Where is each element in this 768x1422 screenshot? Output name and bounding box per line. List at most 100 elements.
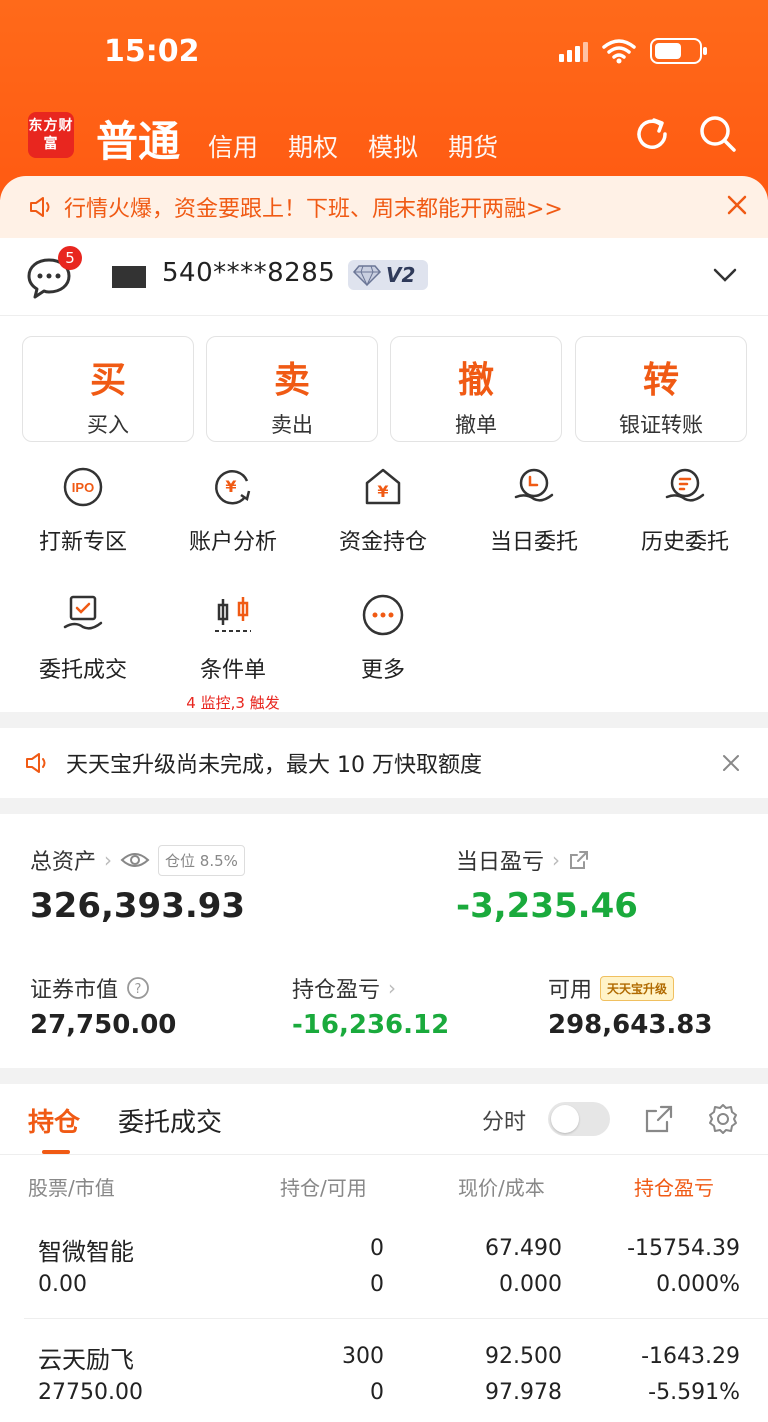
hold-pl-label[interactable]: 持仓盈亏 ›: [292, 972, 396, 1004]
tab-credit[interactable]: 信用: [208, 128, 258, 164]
func-funds-position[interactable]: ¥ 资金持仓: [308, 464, 458, 556]
speaker-icon: [26, 753, 46, 773]
current-price: 92.500: [485, 1344, 562, 1369]
battery-icon: [650, 38, 707, 64]
func-label: 打新专区: [38, 530, 127, 555]
hold-qty: 0: [370, 1236, 384, 1261]
help-icon[interactable]: ?: [126, 976, 150, 1000]
signal-icon: [559, 40, 588, 62]
func-label: 当日委托: [489, 530, 578, 555]
account-type-tabs: 普通 信用 期权 模拟 期货: [96, 108, 528, 169]
func-today-order[interactable]: 当日委托: [459, 464, 609, 556]
total-assets-label[interactable]: 总资产 › 仓位 8.5%: [30, 844, 245, 876]
notice-bar[interactable]: 天天宝升级尚未完成，最大 10 万快取额度: [0, 728, 768, 798]
func-condition-order[interactable]: 条件单 4 监控,3 触发: [158, 592, 308, 713]
col-pl[interactable]: 持仓盈亏: [634, 1172, 714, 1201]
transfer-button[interactable]: 转 银证转账: [575, 336, 747, 442]
available-text: 可用: [548, 978, 593, 1003]
upgrade-tag[interactable]: 天天宝升级: [600, 975, 675, 1001]
header-actions: [632, 114, 738, 154]
market-value-label: 证券市值 ?: [30, 972, 150, 1004]
svg-text:¥: ¥: [377, 482, 388, 501]
cancel-label: 撤单: [455, 413, 497, 437]
speaker-icon: [30, 197, 50, 217]
stock-market-value: 27750.00: [38, 1380, 143, 1405]
stock-market-value: 0.00: [38, 1272, 87, 1297]
func-account-analysis[interactable]: ¥ 账户分析: [158, 464, 308, 556]
gear-icon[interactable]: [706, 1102, 740, 1136]
share-icon[interactable]: [644, 1104, 674, 1134]
wifi-icon: [602, 39, 636, 64]
message-badge: 5: [58, 246, 82, 270]
func-more[interactable]: 更多: [308, 592, 458, 684]
func-ipo[interactable]: IPO 打新专区: [8, 464, 158, 556]
hold-pl-value: -16,236.12: [292, 1010, 450, 1040]
tab-options[interactable]: 期权: [288, 128, 338, 164]
col-hold: 持仓/可用: [280, 1176, 367, 1200]
refresh-icon[interactable]: [632, 114, 672, 154]
condition-order-status: 4 监控,3 触发: [186, 694, 280, 712]
status-icons: [559, 38, 707, 64]
transfer-glyph: 转: [642, 360, 679, 401]
fenshi-label: 分时: [482, 1110, 527, 1135]
tab-holdings[interactable]: 持仓: [28, 1102, 80, 1139]
trade-actions-panel: 买 买入 卖 卖出 撤 撤单 转 银证转账 IPO 打新专区 ¥ 账户分析 ¥ …: [0, 316, 768, 712]
tab-simulation[interactable]: 模拟: [368, 128, 418, 164]
func-order-deal[interactable]: 委托成交: [8, 592, 158, 684]
share-icon[interactable]: [568, 849, 590, 871]
account-row[interactable]: 5 540****8285 V2: [0, 238, 768, 316]
total-assets-value: 326,393.93: [30, 886, 246, 926]
func-label: 条件单: [199, 658, 266, 683]
assets-summary: 总资产 › 仓位 8.5% 326,393.93 当日盈亏 › -3,235.4…: [0, 814, 768, 1068]
tab-futures[interactable]: 期货: [448, 128, 498, 164]
chevron-down-icon[interactable]: [712, 266, 738, 284]
ipo-icon: IPO: [63, 467, 103, 507]
func-label: 历史委托: [640, 530, 729, 555]
diamond-icon: [352, 265, 382, 287]
hold-qty: 300: [342, 1344, 384, 1369]
order-deal-icon: [63, 595, 103, 630]
divider: [0, 1154, 768, 1155]
sell-button[interactable]: 卖 卖出: [206, 336, 378, 442]
funds-position-icon: ¥: [365, 468, 401, 505]
promo-banner[interactable]: 行情火爆，资金要跟上！下班、周末都能开两融>>: [0, 176, 768, 238]
today-order-icon: [514, 468, 554, 502]
svg-text:IPO: IPO: [72, 480, 94, 495]
svg-text:¥: ¥: [225, 477, 236, 496]
func-history-order[interactable]: 历史委托: [610, 464, 760, 556]
stock-name: 云天励飞: [38, 1346, 134, 1374]
close-icon[interactable]: [720, 752, 742, 774]
cost-price: 0.000: [499, 1272, 562, 1297]
chevron-right-icon: ›: [552, 848, 561, 872]
condition-order-icon: [215, 597, 251, 632]
masked-name: [112, 266, 146, 288]
buy-button[interactable]: 买 买入: [22, 336, 194, 442]
history-order-icon: [665, 468, 705, 502]
search-icon[interactable]: [698, 114, 738, 154]
close-icon[interactable]: [724, 192, 750, 218]
eye-icon[interactable]: [120, 850, 150, 870]
buy-glyph: 买: [89, 360, 126, 401]
market-value-text: 证券市值: [30, 978, 119, 1003]
vip-badge[interactable]: V2: [348, 260, 428, 290]
current-price: 67.490: [485, 1236, 562, 1261]
vip-level: V2: [386, 263, 416, 287]
account-analysis-icon: ¥: [215, 470, 251, 505]
tab-normal[interactable]: 普通: [96, 108, 180, 169]
fenshi-toggle[interactable]: [548, 1102, 610, 1136]
buy-label: 买入: [87, 413, 129, 437]
sell-label: 卖出: [271, 413, 313, 437]
position-ratio-chip: 仓位 8.5%: [158, 844, 245, 876]
day-pl-label[interactable]: 当日盈亏 ›: [456, 844, 590, 876]
chevron-right-icon: ›: [104, 848, 113, 872]
total-assets-text: 总资产: [30, 850, 97, 875]
transfer-label: 银证转账: [619, 413, 703, 437]
hold-pl-text: 持仓盈亏: [292, 978, 381, 1003]
app-logo: 东方财富: [28, 112, 74, 158]
col-price: 现价/成本: [458, 1176, 545, 1200]
hold-pl: -1643.29: [641, 1344, 740, 1369]
cancel-order-button[interactable]: 撤 撤单: [390, 336, 562, 442]
avail-qty: 0: [370, 1380, 384, 1405]
tab-order-deal[interactable]: 委托成交: [118, 1102, 222, 1139]
market-value-value: 27,750.00: [30, 1010, 177, 1040]
